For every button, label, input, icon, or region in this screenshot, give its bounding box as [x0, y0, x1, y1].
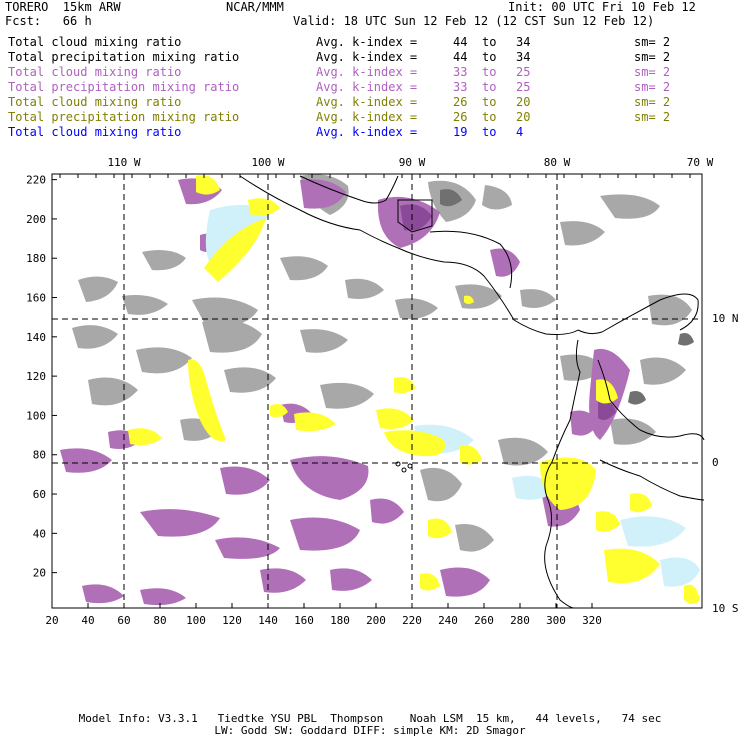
x-grid-index-label: 140	[258, 614, 278, 627]
y-grid-index-label: 160	[26, 292, 46, 305]
latitude-label: 0	[712, 456, 719, 469]
y-grid-index-label: 200	[26, 213, 46, 226]
x-grid-index-label: 280	[510, 614, 530, 627]
latitude-label: 10 S	[712, 602, 739, 615]
y-grid-index-label: 220	[26, 174, 46, 187]
x-grid-index-label: 180	[330, 614, 350, 627]
longitude-label: 100 W	[251, 156, 284, 169]
x-grid-index-label: 200	[366, 614, 386, 627]
weather-map: 110 W 100 W 90 W 80 W 70 W 10 N 0 10 S 20 40 60 80 1…	[26, 156, 739, 627]
x-grid-index-label: 300	[546, 614, 566, 627]
x-grid-index-label: 40	[81, 614, 94, 627]
y-grid-index-label: 40	[33, 527, 46, 540]
x-grid-index-label: 60	[117, 614, 130, 627]
y-grid-index-label: 140	[26, 331, 46, 344]
y-grid-index-label: 120	[26, 370, 46, 383]
longitude-label: 110 W	[107, 156, 140, 169]
x-grid-index-label: 100	[186, 614, 206, 627]
x-grid-index-label: 20	[45, 614, 58, 627]
longitude-label: 90 W	[399, 156, 426, 169]
x-grid-index-label: 120	[222, 614, 242, 627]
x-grid-index-label: 220	[402, 614, 422, 627]
longitude-label: 80 W	[544, 156, 571, 169]
latitude-label: 10 N	[712, 312, 739, 325]
longitude-label: 70 W	[687, 156, 714, 169]
y-grid-index-label: 20	[33, 567, 46, 580]
y-grid-index-label: 60	[33, 488, 46, 501]
x-grid-index-label: 160	[294, 614, 314, 627]
x-grid-index-label: 260	[474, 614, 494, 627]
x-grid-index-label: 240	[438, 614, 458, 627]
x-grid-index-label: 320	[582, 614, 602, 627]
footer-physics-info: LW: Godd SW: Goddard DIFF: simple KM: 2D…	[214, 724, 526, 737]
y-grid-index-label: 100	[26, 409, 46, 422]
y-grid-index-label: 180	[26, 252, 46, 265]
x-grid-index-label: 80	[153, 614, 166, 627]
y-grid-index-label: 80	[33, 449, 46, 462]
